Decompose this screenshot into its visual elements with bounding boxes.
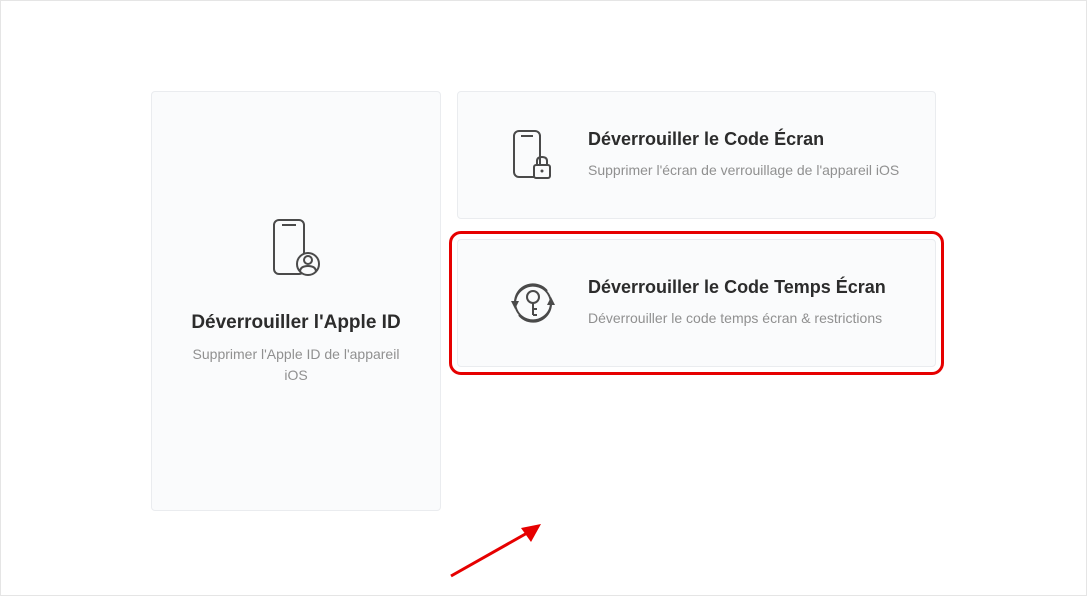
screen-time-text: Déverrouiller le Code Temps Écran Déverr… (588, 277, 905, 329)
arrow-annotation-icon (441, 516, 561, 586)
phone-user-icon (266, 216, 326, 284)
main-options-grid: Déverrouiller l'Apple ID Supprimer l'App… (1, 1, 1086, 511)
unlock-screen-code-card[interactable]: Déverrouiller le Code Écran Supprimer l'… (457, 91, 936, 219)
right-column: Déverrouiller le Code Écran Supprimer l'… (457, 91, 936, 511)
apple-id-title: Déverrouiller l'Apple ID (191, 312, 400, 334)
screen-code-text: Déverrouiller le Code Écran Supprimer l'… (588, 129, 905, 181)
apple-id-subtitle: Supprimer l'Apple ID de l'appareil iOS (182, 344, 410, 386)
unlock-apple-id-card[interactable]: Déverrouiller l'Apple ID Supprimer l'App… (151, 91, 441, 511)
screen-code-subtitle: Supprimer l'écran de verrouillage de l'a… (588, 160, 905, 181)
screen-time-subtitle: Déverrouiller le code temps écran & rest… (588, 308, 905, 329)
phone-lock-icon (488, 127, 578, 183)
unlock-screen-time-card[interactable]: Déverrouiller le Code Temps Écran Déverr… (457, 239, 936, 367)
key-refresh-icon (488, 275, 578, 331)
screen-time-title: Déverrouiller le Code Temps Écran (588, 277, 905, 298)
screen-code-title: Déverrouiller le Code Écran (588, 129, 905, 150)
